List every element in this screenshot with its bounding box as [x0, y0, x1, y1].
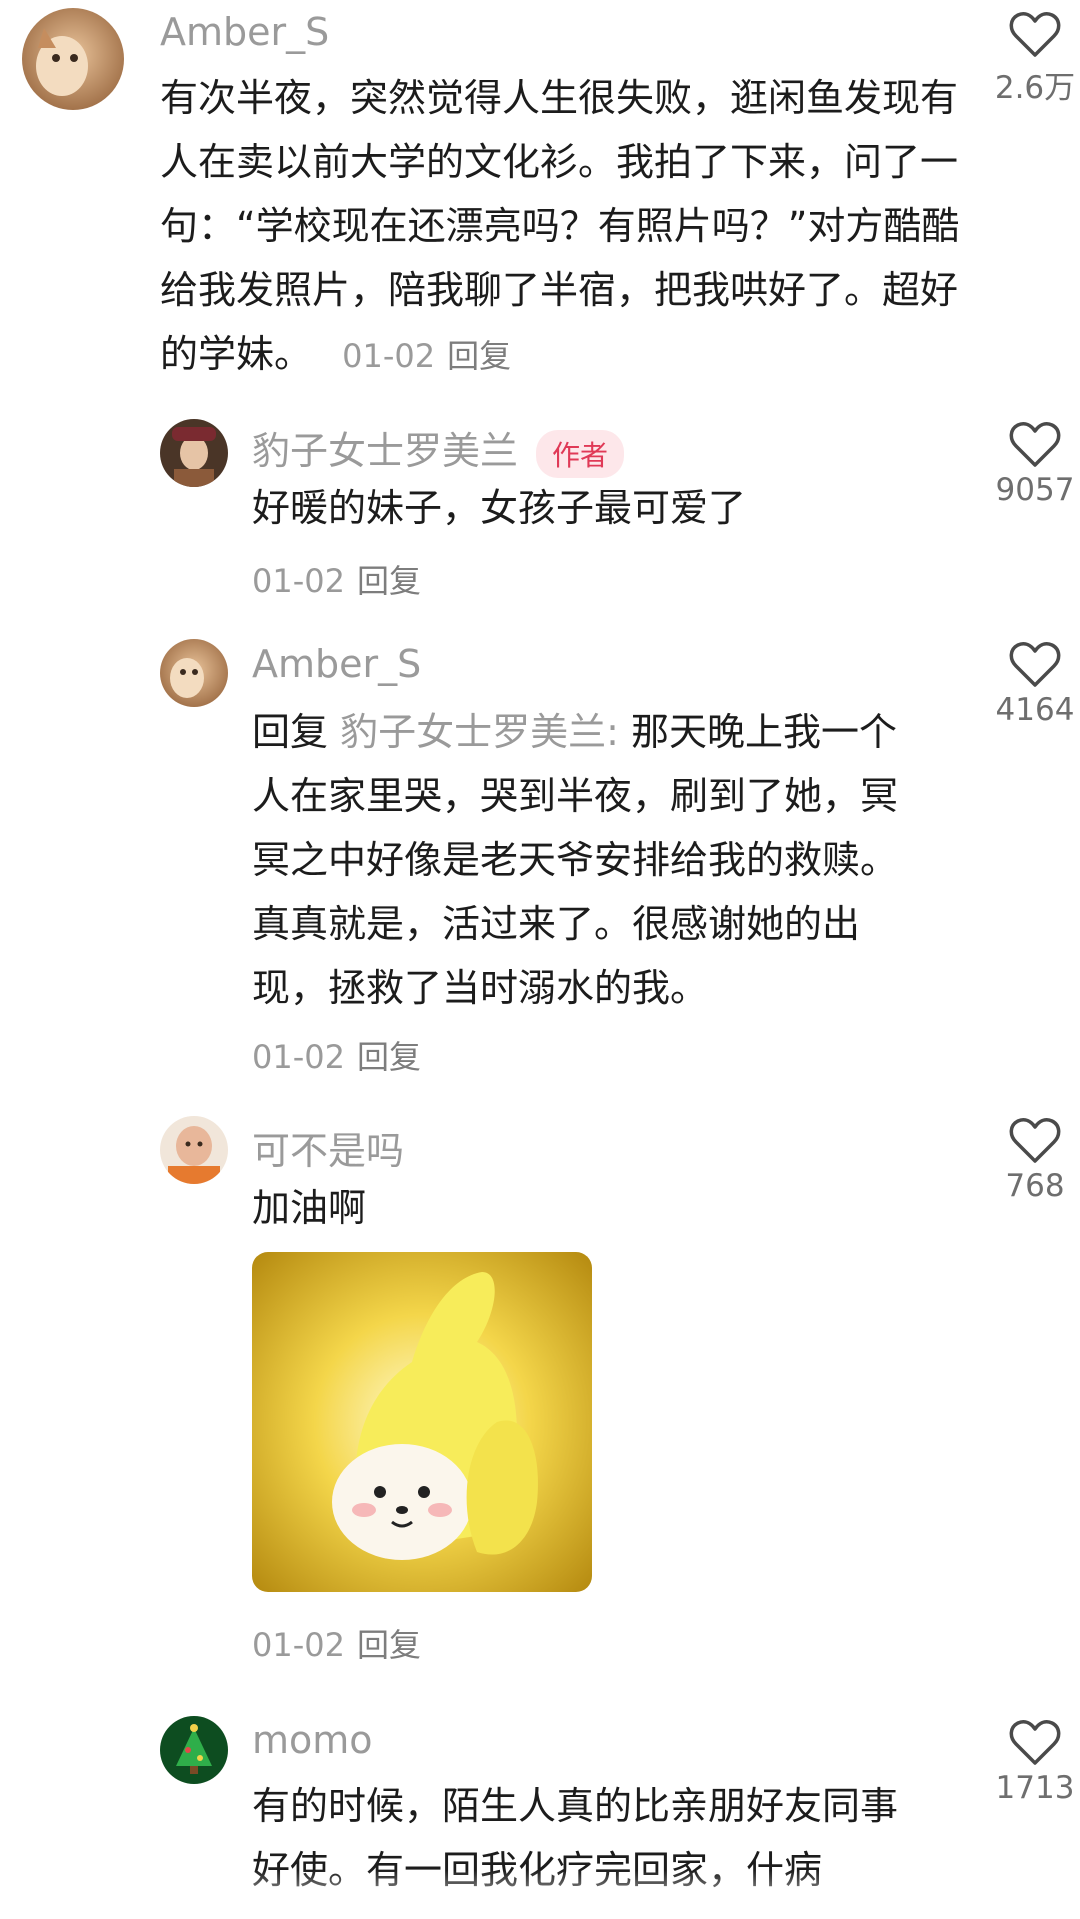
username[interactable]: Amber_S: [160, 10, 329, 54]
like-button[interactable]: 4164: [980, 642, 1080, 728]
comment-date: 01-02: [342, 337, 436, 375]
like-button[interactable]: 1713: [980, 1720, 1080, 1806]
avatar[interactable]: [160, 1716, 228, 1784]
avatar[interactable]: [160, 1116, 228, 1184]
face-avatar-icon: [160, 1116, 228, 1184]
comment-date: 01-02: [252, 562, 345, 600]
banana-cat-thumbs-up-icon: [252, 1252, 592, 1592]
comment-meta: 01-02 回复: [252, 1620, 421, 1666]
like-button[interactable]: 9057: [980, 422, 1080, 508]
username[interactable]: momo: [252, 1718, 373, 1762]
reply-button[interactable]: 回复: [447, 337, 511, 375]
like-count: 768: [1005, 1168, 1065, 1204]
tree-avatar-icon: [160, 1716, 228, 1784]
avatar[interactable]: [160, 419, 228, 487]
mention-link[interactable]: 豹子女士罗美兰:: [340, 710, 619, 754]
username[interactable]: 豹子女士罗美兰 作者: [252, 420, 625, 478]
reply-button[interactable]: 回复: [357, 1038, 421, 1076]
comment-date: 01-02: [252, 1626, 345, 1664]
like-count: 4164: [995, 692, 1075, 728]
heart-outline-icon: [1009, 1720, 1061, 1765]
comment-text: 回复 豹子女士罗美兰: 那天晚上我一个人在家里哭，哭到半夜，刷到了她，冥冥之中好…: [252, 700, 932, 1020]
comment-meta: 01-02 回复: [252, 556, 421, 602]
like-button[interactable]: 2.6万: [980, 12, 1080, 107]
heart-outline-icon: [1009, 422, 1061, 467]
heart-outline-icon: [1009, 642, 1061, 687]
like-button[interactable]: 768: [980, 1118, 1080, 1204]
comment-meta: 01-02 回复: [252, 1032, 421, 1078]
username-text: 豹子女士罗美兰: [252, 429, 519, 473]
like-count: 9057: [995, 472, 1075, 508]
comment-body: 有次半夜，突然觉得人生很失败，逛闲鱼发现有人在卖以前大学的文化衫。我拍了下来，问…: [160, 76, 960, 376]
cat-avatar-icon: [22, 8, 124, 110]
like-count: 2.6万: [994, 70, 1076, 106]
comment-body: 加油啊: [252, 1186, 367, 1230]
like-count: 1713: [995, 1770, 1075, 1806]
reply-button[interactable]: 回复: [357, 1626, 421, 1664]
avatar[interactable]: [160, 639, 228, 707]
username[interactable]: Amber_S: [252, 642, 421, 686]
reply-prefix: 回复: [252, 710, 329, 754]
comment-date: 01-02: [252, 1038, 345, 1076]
bottom-fade: [0, 1870, 1080, 1919]
woman-avatar-icon: [160, 419, 228, 487]
reply-button[interactable]: 回复: [357, 562, 421, 600]
comment-meta: 01-02 回复: [342, 337, 511, 375]
sticker-image[interactable]: [252, 1252, 592, 1592]
username[interactable]: 可不是吗: [252, 1120, 404, 1175]
cat-avatar-icon: [160, 639, 228, 707]
heart-outline-icon: [1009, 12, 1061, 57]
author-badge: 作者: [536, 429, 625, 478]
comment-text: 有次半夜，突然觉得人生很失败，逛闲鱼发现有人在卖以前大学的文化衫。我拍了下来，问…: [160, 66, 960, 388]
avatar[interactable]: [22, 8, 124, 110]
comment-body: 好暖的妹子，女孩子最可爱了: [252, 486, 747, 530]
heart-outline-icon: [1009, 1118, 1061, 1163]
comment-body: 那天晚上我一个人在家里哭，哭到半夜，刷到了她，冥冥之中好像是老天爷安排给我的救赎…: [252, 710, 899, 1010]
